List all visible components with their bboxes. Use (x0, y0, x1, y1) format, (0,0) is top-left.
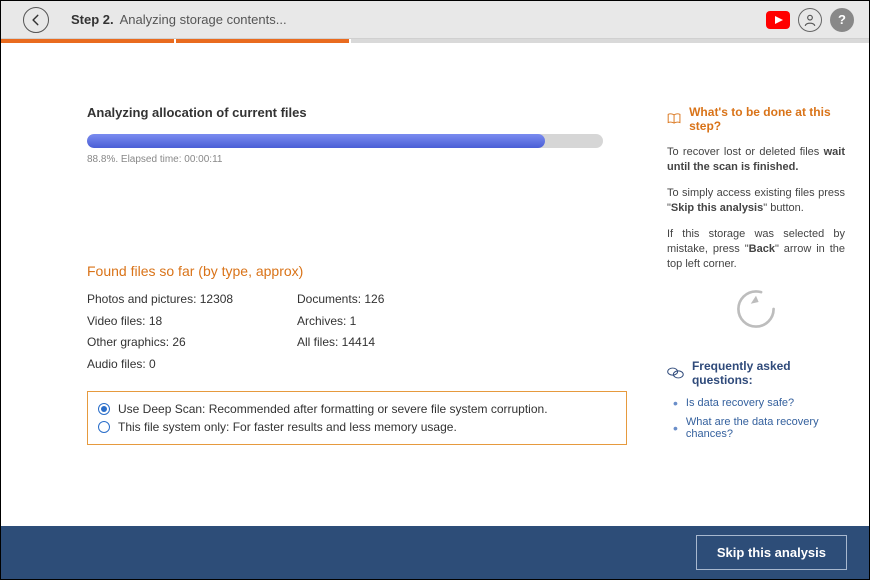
progress-subtext: 88.8%. Elapsed time: 00:00:11 (87, 154, 627, 165)
stat-other-graphics: Other graphics: 26 (87, 332, 267, 354)
progress-bar (87, 134, 603, 148)
help-sidebar: What's to be done at this step? To recov… (667, 43, 869, 526)
faq-list: Is data recovery safe? What are the data… (667, 395, 845, 440)
radio-icon (98, 403, 110, 415)
loading-spinner (667, 287, 845, 331)
option-deep-scan[interactable]: Use Deep Scan: Recommended after formatt… (98, 400, 616, 418)
stats-grid: Photos and pictures: 12308 Video files: … (87, 289, 627, 375)
youtube-icon (766, 11, 790, 29)
progress-title: Analyzing allocation of current files (87, 105, 627, 120)
step-number: Step 2. (71, 12, 114, 27)
faq-item: Is data recovery safe? (673, 395, 845, 411)
option-fs-only-label: This file system only: For faster result… (118, 420, 457, 434)
header-bar: Step 2. Analyzing storage contents... ? (1, 1, 869, 39)
stat-audio: Audio files: 0 (87, 354, 267, 376)
spinner-icon (734, 287, 778, 331)
stat-documents: Documents: 126 (297, 289, 384, 311)
stat-video: Video files: 18 (87, 311, 267, 333)
option-deep-scan-label: Use Deep Scan: Recommended after formatt… (118, 402, 548, 416)
youtube-button[interactable] (765, 7, 791, 33)
user-icon (798, 8, 822, 32)
footer-bar: Skip this analysis (1, 526, 869, 579)
scan-options-box: Use Deep Scan: Recommended after formatt… (87, 391, 627, 445)
question-icon: ? (830, 8, 854, 32)
faq-item: What are the data recovery chances? (673, 416, 845, 440)
faq-link-chances[interactable]: What are the data recovery chances? (686, 416, 845, 440)
faq-icon (667, 366, 684, 380)
stat-all-files: All files: 14414 (297, 332, 384, 354)
option-fs-only[interactable]: This file system only: For faster result… (98, 418, 616, 436)
account-button[interactable] (797, 7, 823, 33)
stat-photos: Photos and pictures: 12308 (87, 289, 267, 311)
found-heading: Found files so far (by type, approx) (87, 263, 627, 279)
main-content: Analyzing allocation of current files 88… (1, 43, 667, 526)
skip-analysis-button[interactable]: Skip this analysis (696, 535, 847, 570)
back-button[interactable] (23, 7, 49, 33)
radio-icon (98, 421, 110, 433)
help-heading: What's to be done at this step? (667, 105, 845, 133)
help-text: To recover lost or deleted files wait un… (667, 145, 845, 273)
faq-heading: Frequently asked questions: (667, 359, 845, 387)
progress-bar-fill (87, 134, 545, 148)
stat-archives: Archives: 1 (297, 311, 384, 333)
faq-link-safe[interactable]: Is data recovery safe? (686, 397, 794, 409)
help-button[interactable]: ? (829, 7, 855, 33)
arrow-left-icon (29, 13, 43, 27)
step-description: Analyzing storage contents... (120, 12, 287, 27)
book-icon (667, 112, 681, 126)
